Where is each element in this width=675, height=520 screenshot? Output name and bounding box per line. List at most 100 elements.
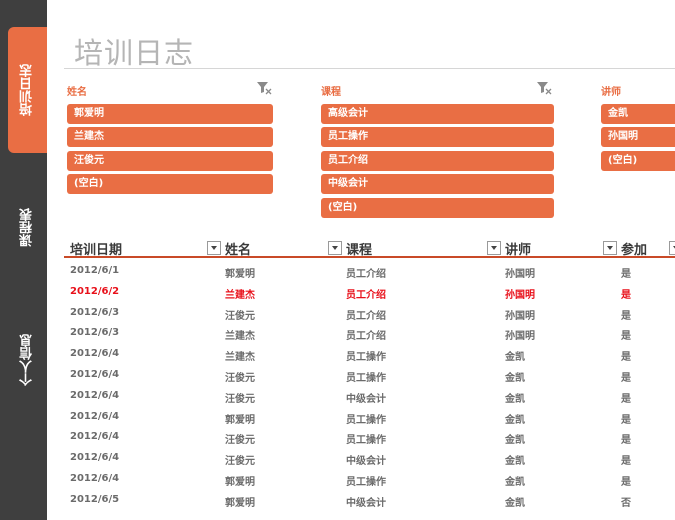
slicer-label: 课程 (321, 87, 341, 98)
cell-date: 2012/6/2 (70, 285, 120, 297)
cell-course: 中级会计 (346, 497, 386, 509)
table-row[interactable]: 2012/6/1 郭爱明 员工介绍 孙国明 是 (64, 261, 675, 282)
cell-attend: 是 (621, 331, 631, 343)
title-divider (64, 68, 675, 69)
table-header-row: 培训日期 姓名 课程 讲师 参加 (64, 236, 675, 258)
cell-date: 2012/6/4 (70, 452, 120, 464)
slicer-item[interactable]: 高级会计 (321, 104, 554, 124)
table-row[interactable]: 2012/6/4 兰建杰 员工操作 金凯 是 (64, 344, 675, 365)
sheet-tab-training-log[interactable]: 培训日志 (8, 27, 47, 153)
slicer-items: 高级会计 员工操作 员工介绍 中级会计 (空白) (321, 104, 554, 221)
cell-date: 2012/6/1 (70, 265, 120, 276)
cell-attend: 是 (621, 269, 631, 280)
slicer-label: 讲师 (601, 87, 621, 98)
column-header-name: 姓名 (225, 243, 252, 258)
cell-attend: 是 (621, 435, 631, 447)
cell-date: 2012/6/4 (70, 431, 120, 443)
cell-lecturer: 孙国明 (505, 269, 535, 280)
table-row[interactable]: 2012/6/4 汪俊元 员工操作 金凯 是 (64, 365, 675, 386)
cell-course: 员工介绍 (346, 310, 386, 322)
cell-name: 郭爱明 (225, 269, 255, 280)
filter-dropdown-icon[interactable] (603, 241, 617, 255)
sheet-tab-label: 个人信息 (20, 334, 35, 386)
slicer-name: 姓名 郭爱明 兰建杰 汪俊元 (空白) (67, 80, 273, 195)
table-row[interactable]: 2012/6/4 汪俊元 中级会计 金凯 是 (64, 448, 675, 469)
cell-name: 郭爱明 (225, 497, 255, 509)
cell-attend: 是 (621, 414, 631, 426)
table-row[interactable]: 2012/6/4 汪俊元 员工操作 金凯 是 (64, 427, 675, 448)
clear-filter-icon[interactable] (536, 81, 552, 95)
filter-dropdown-icon[interactable] (328, 241, 342, 255)
cell-course: 员工介绍 (346, 269, 386, 280)
cell-name: 郭爱明 (225, 476, 255, 488)
cell-lecturer: 金凯 (505, 372, 525, 384)
slicer-header: 课程 (321, 80, 554, 98)
cell-lecturer: 金凯 (505, 414, 525, 426)
cell-lecturer: 金凯 (505, 497, 525, 509)
cell-attend: 是 (621, 289, 631, 301)
slicer-item[interactable]: 兰建杰 (67, 127, 273, 148)
cell-name: 汪俊元 (225, 393, 255, 405)
table-row[interactable]: 2012/6/4 郭爱明 员工操作 金凯 是 (64, 469, 675, 490)
sheet-tab-schedule[interactable]: 课程表 (8, 185, 47, 270)
cell-course: 员工操作 (346, 352, 386, 364)
table-row[interactable]: 2012/6/4 郭爱明 员工操作 金凯 是 (64, 407, 675, 428)
cell-name: 兰建杰 (225, 352, 255, 364)
slicer-item[interactable]: (空白) (601, 150, 675, 171)
cell-attend: 是 (621, 372, 631, 384)
sheet-tab-rail: 培训日志 课程表 个人信息 (0, 0, 47, 520)
filter-dropdown-icon[interactable] (487, 241, 501, 255)
slicer-course: 课程 高级会计 员工操作 员工介绍 中级会计 (空白) (321, 80, 554, 218)
slicer-item[interactable]: 中级会计 (321, 174, 554, 195)
slicer-lecturer: 讲师 金凯 孙国明 (空白) (601, 80, 675, 180)
cell-date: 2012/6/5 (70, 493, 120, 505)
cell-attend: 是 (621, 456, 631, 468)
table-row[interactable]: 2012/6/4 汪俊元 中级会计 金凯 是 (64, 386, 675, 407)
cell-name: 兰建杰 (225, 289, 255, 301)
cell-date: 2012/6/4 (70, 368, 120, 380)
cell-course: 员工介绍 (346, 331, 386, 343)
cell-course: 员工操作 (346, 372, 386, 384)
cell-lecturer: 金凯 (505, 352, 525, 364)
slicer-label: 姓名 (67, 87, 87, 98)
table-row[interactable]: 2012/6/3 兰建杰 员工介绍 孙国明 是 (64, 323, 675, 344)
slicer-item[interactable]: 郭爱明 (67, 104, 273, 124)
slicer-item[interactable]: 员工介绍 (321, 150, 554, 171)
cell-attend: 是 (621, 476, 631, 488)
cell-attend: 是 (621, 310, 631, 322)
slicer-item[interactable]: (空白) (67, 174, 273, 195)
slicer-item[interactable]: 孙国明 (601, 127, 675, 148)
slicer-item[interactable]: 汪俊元 (67, 150, 273, 171)
cell-date: 2012/6/4 (70, 410, 120, 422)
column-header-lecturer: 讲师 (505, 243, 532, 258)
cell-lecturer: 孙国明 (505, 310, 535, 322)
training-log-table: 培训日期 姓名 课程 讲师 参加 2012/6/1 郭爱明 员工介绍 孙国明是 2012… (64, 236, 675, 511)
column-header-attend: 参加 (621, 243, 648, 258)
cell-attend: 是 (621, 352, 631, 364)
sheet-tab-personal-info[interactable]: 个人信息 (8, 310, 47, 410)
cell-name: 汪俊元 (225, 456, 255, 468)
cell-lecturer: 金凯 (505, 393, 525, 405)
slicer-item[interactable]: (空白) (321, 197, 554, 218)
cell-course: 员工操作 (346, 476, 386, 488)
column-header-course: 课程 (346, 243, 373, 258)
slicer-item[interactable]: 金凯 (601, 104, 675, 124)
cell-name: 兰建杰 (225, 331, 255, 343)
cell-name: 汪俊元 (225, 372, 255, 384)
table-row[interactable]: 2012/6/3 汪俊元 员工介绍 孙国明 是 (64, 303, 675, 324)
cell-date: 2012/6/4 (70, 472, 120, 484)
sheet-tab-label: 课程表 (20, 208, 35, 247)
table-row[interactable]: 2012/6/2 兰建杰 员工介绍 孙国明 是 (64, 282, 675, 303)
cell-lecturer: 金凯 (505, 456, 525, 468)
sheet-tab-label: 培训日志 (20, 64, 35, 116)
cell-lecturer: 金凯 (505, 476, 525, 488)
cell-name: 汪俊元 (225, 310, 255, 322)
filter-dropdown-icon[interactable] (669, 241, 675, 255)
slicer-item[interactable]: 员工操作 (321, 127, 554, 148)
clear-filter-icon[interactable] (256, 81, 272, 95)
slicer-items: 金凯 孙国明 (空白) (601, 104, 675, 174)
slicer-items: 郭爱明 兰建杰 汪俊元 (空白) (67, 104, 273, 198)
filter-dropdown-icon[interactable] (207, 241, 221, 255)
cell-name: 郭爱明 (225, 414, 255, 426)
table-row[interactable]: 2012/6/5 郭爱明 中级会计 金凯 否 (64, 490, 675, 511)
